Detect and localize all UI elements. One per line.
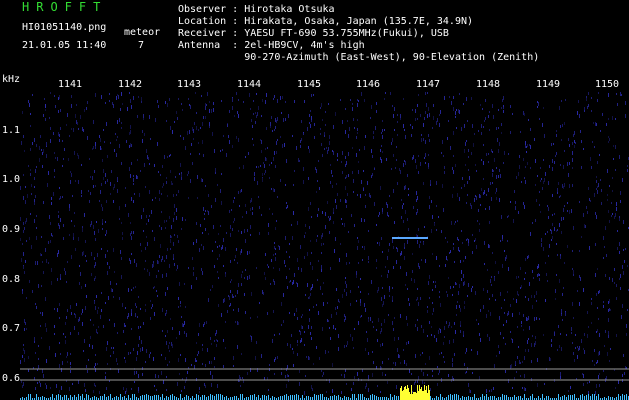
antenna-line: Antenna : 2el-HB9CV, 4m's high [178, 40, 365, 51]
meteor-echo-trace [392, 237, 428, 239]
frequency-unit-label: kHz [2, 74, 21, 85]
meteor-burst [400, 385, 430, 400]
file-name: HI01051140.png [22, 22, 107, 33]
app-title: HROFFT [22, 0, 108, 14]
freq-label: 1146 [356, 79, 381, 90]
freq-label: 1143 [177, 79, 202, 90]
receiver-line: Receiver : YAESU FT-690 53.755MHz(Fukui)… [178, 28, 449, 39]
y-axis-label: 0.7 [2, 323, 21, 334]
y-axis-label: 0.9 [2, 224, 21, 235]
noise-layer [20, 92, 629, 395]
y-axis-label: 1.1 [2, 125, 21, 136]
freq-label: 1145 [297, 79, 322, 90]
y-axis-label: 0.8 [2, 274, 21, 285]
timestamp: 21.01.05 11:40 [22, 40, 107, 51]
freq-label: 1149 [536, 79, 561, 90]
freq-label: 1144 [237, 79, 262, 90]
antenna-detail-line: 90-270-Azimuth (East-West), 90-Elevation… [178, 52, 540, 63]
meteor-label: meteor [124, 27, 161, 38]
freq-label: 1142 [118, 79, 143, 90]
freq-label: 1147 [416, 79, 441, 90]
freq-label: 1150 [595, 79, 620, 90]
freq-label: 1141 [58, 79, 83, 90]
y-axis-label: 1.0 [2, 174, 21, 185]
observer-line: Observer : Hirotaka Otsuka [178, 4, 335, 15]
spectrogram-plot [20, 92, 629, 400]
location-line: Location : Hirakata, Osaka, Japan (135.7… [178, 16, 474, 27]
baseline-signal [20, 394, 629, 400]
y-axis-label: 0.6 [2, 373, 21, 384]
meteor-count: 7 [138, 40, 145, 51]
freq-label: 1148 [476, 79, 501, 90]
